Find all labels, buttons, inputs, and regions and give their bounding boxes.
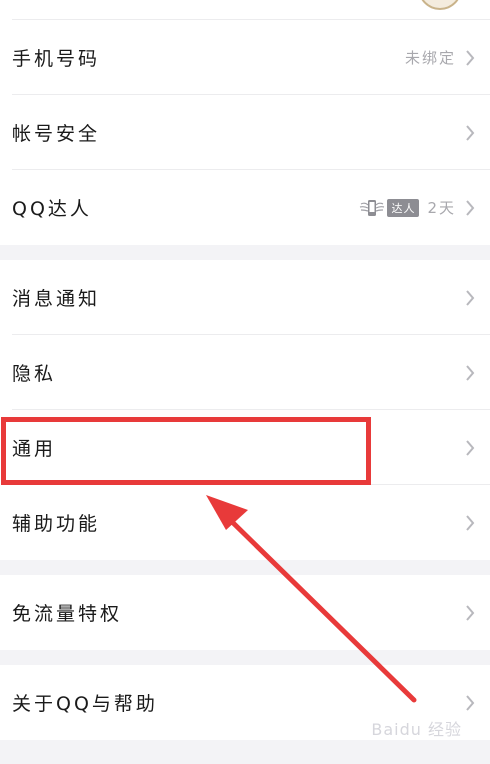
settings-item-label: 消息通知 — [12, 288, 101, 310]
settings-item-label: 关于QQ与帮助 — [12, 693, 158, 715]
chevron-right-icon — [466, 514, 475, 531]
settings-screen: 手机号码 未绑定 帐号安全 QQ达人 达人 2天 消息通知 隐私 通用 辅助功能… — [0, 0, 490, 764]
settings-item-privacy[interactable]: 隐私 — [0, 335, 490, 410]
settings-item-label: 手机号码 — [12, 48, 101, 70]
watermark: Baidu 经验 — [371, 720, 462, 739]
settings-item-accessibility[interactable]: 辅助功能 — [0, 485, 490, 560]
chevron-right-icon — [466, 49, 475, 66]
winged-phone-icon — [360, 199, 385, 216]
daren-days: 2天 — [427, 199, 456, 217]
top-row-partial — [0, 0, 490, 20]
chevron-right-icon — [466, 289, 475, 306]
settings-item-label: QQ达人 — [12, 198, 92, 220]
settings-item-label: 免流量特权 — [12, 603, 123, 625]
chevron-right-icon — [466, 439, 475, 456]
daren-badge: 达人 — [359, 198, 420, 218]
settings-item-notifications[interactable]: 消息通知 — [0, 260, 490, 335]
settings-item-label: 隐私 — [12, 363, 57, 385]
settings-item-label: 辅助功能 — [12, 513, 101, 535]
chevron-right-icon — [466, 694, 475, 711]
chevron-right-icon — [466, 199, 475, 216]
settings-item-phone[interactable]: 手机号码 未绑定 — [0, 20, 490, 95]
phone-status: 未绑定 — [404, 49, 456, 67]
daren-badge-label: 达人 — [387, 198, 420, 217]
settings-item-label: 帐号安全 — [12, 123, 101, 145]
vip-badge-icon — [418, 0, 462, 10]
settings-item-account-security[interactable]: 帐号安全 — [0, 95, 490, 170]
settings-item-qq-daren[interactable]: QQ达人 达人 2天 — [0, 170, 490, 245]
chevron-right-icon — [466, 364, 475, 381]
settings-item-free-data[interactable]: 免流量特权 — [0, 575, 490, 650]
chevron-right-icon — [466, 604, 475, 621]
highlight-box — [1, 417, 371, 485]
chevron-right-icon — [466, 124, 475, 141]
